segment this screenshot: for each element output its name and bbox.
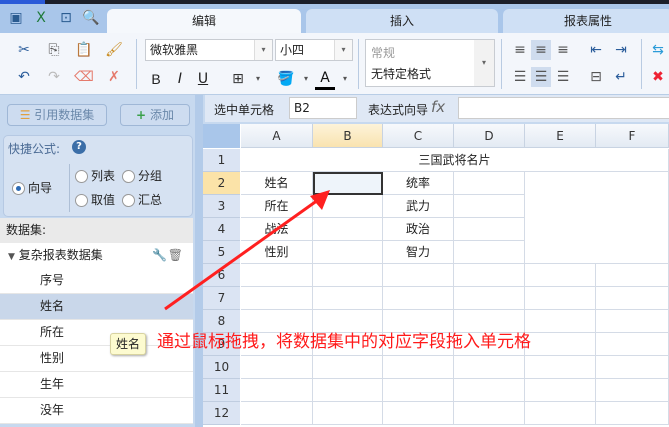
annotation-arrow — [164, 190, 330, 311]
arrow-shaft — [164, 198, 319, 311]
drag-tooltip: 姓名 — [110, 333, 146, 355]
annotation-text: 通过鼠标拖拽，将数据集中的对应字段拖入单元格 — [157, 332, 531, 352]
arrow-head — [310, 190, 330, 210]
